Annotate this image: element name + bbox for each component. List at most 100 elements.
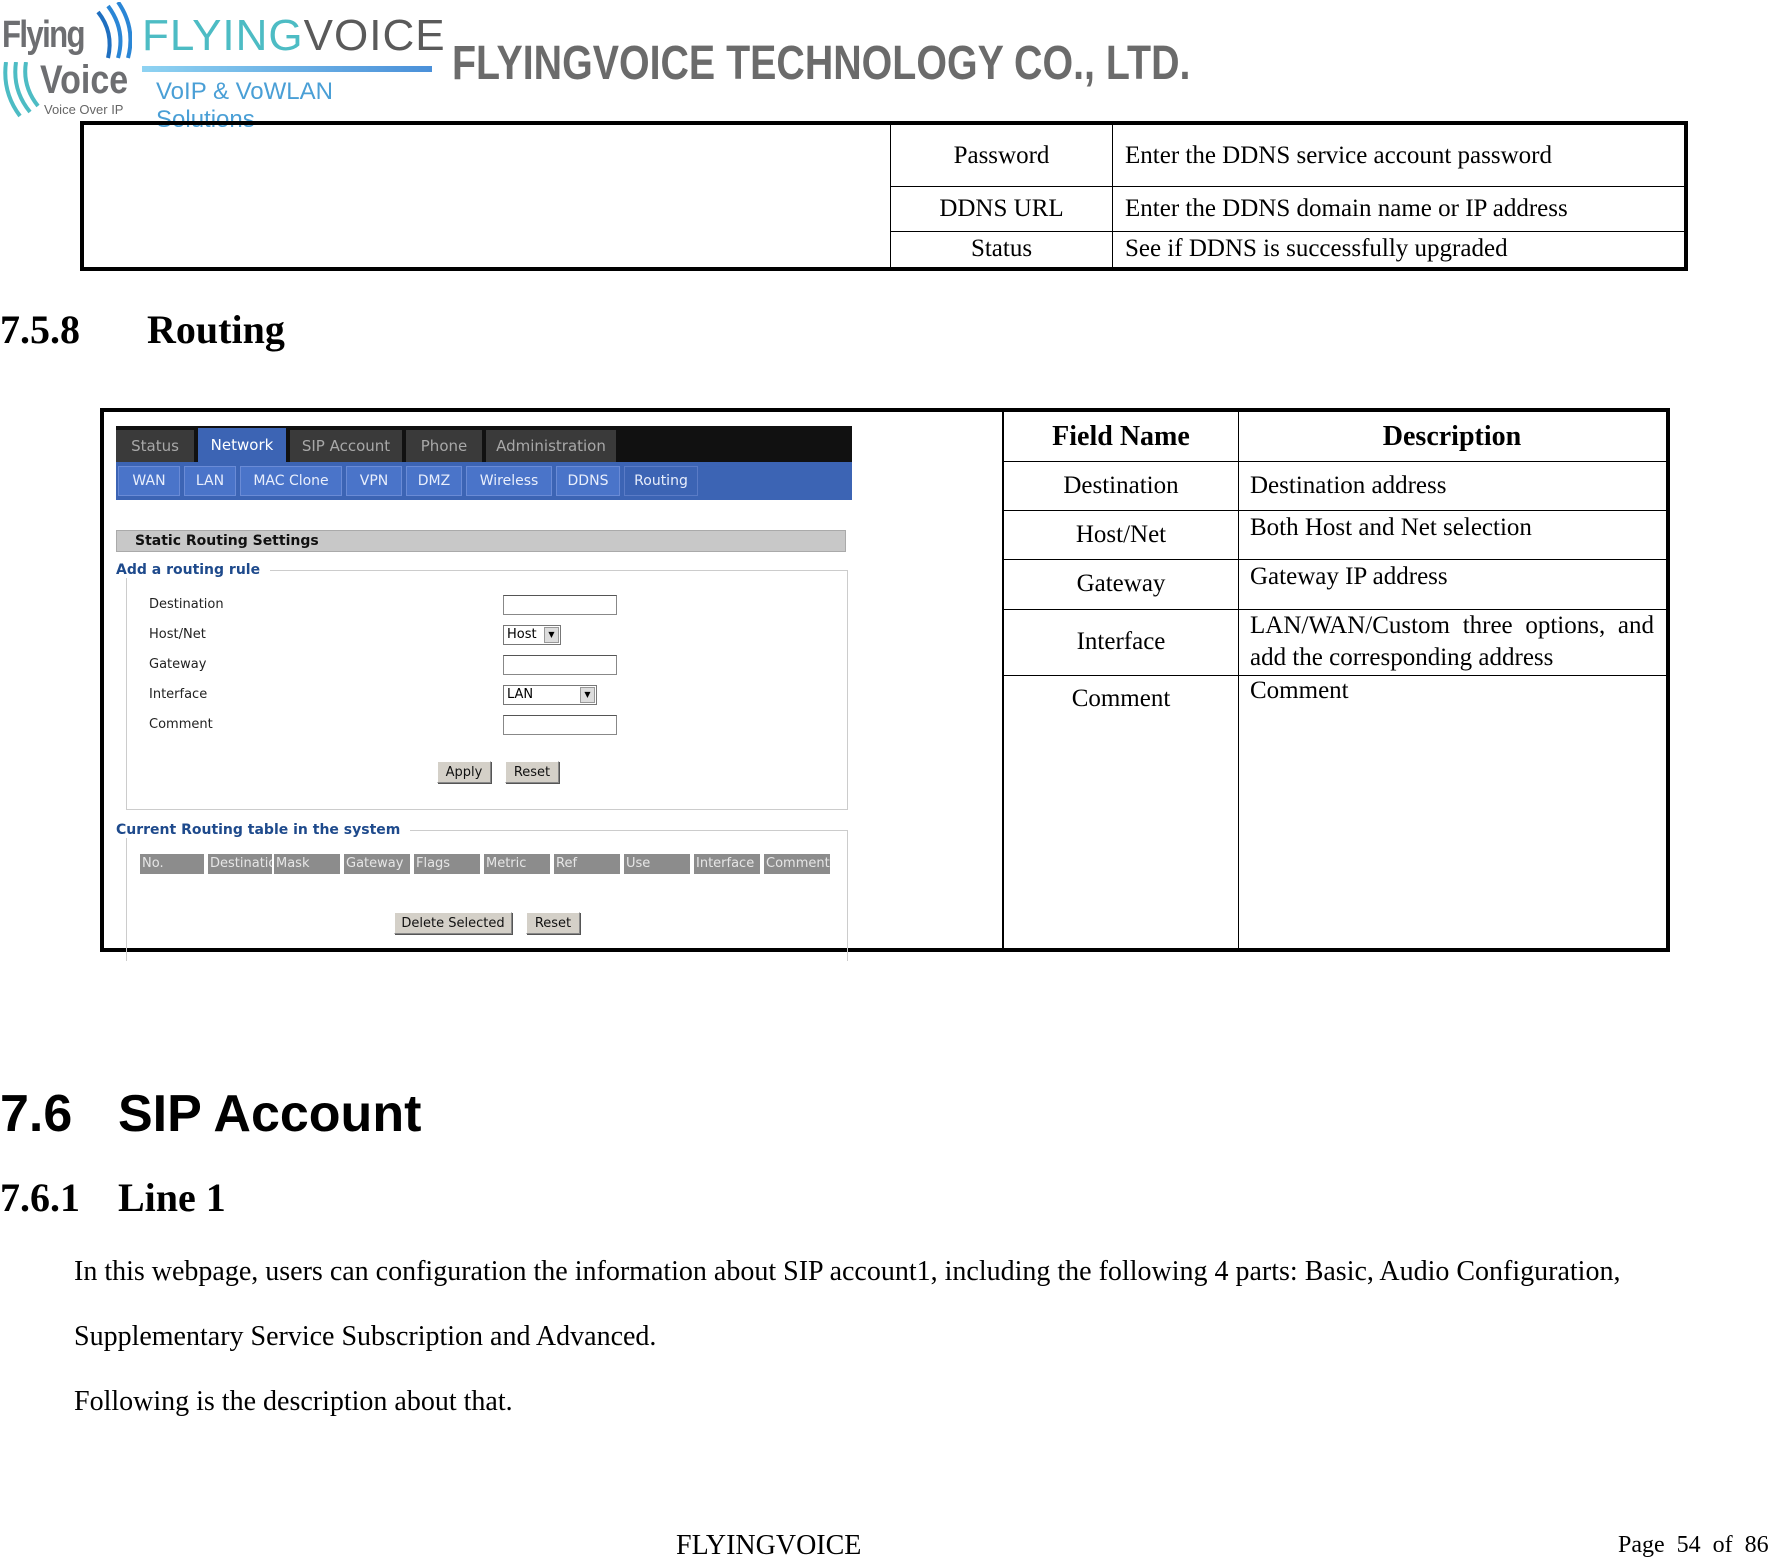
- apply-button[interactable]: Apply: [437, 761, 491, 783]
- description-cell: See if DDNS is successfully upgraded: [1125, 235, 1508, 262]
- col-use: Use: [624, 854, 690, 874]
- col-comment: Comment: [764, 854, 830, 874]
- section-number: 7.5.8: [0, 307, 80, 352]
- subtab-dmz[interactable]: DMZ: [406, 466, 462, 496]
- comment-input[interactable]: [503, 715, 617, 735]
- col-interface: Interface: [694, 854, 760, 874]
- host-net-select[interactable]: Host ▼: [503, 625, 561, 645]
- page-word: Page: [1618, 1532, 1665, 1558]
- routing-screenshot: Status Network SIP Account Phone Adminis…: [114, 426, 854, 961]
- field-cell: Status: [891, 231, 1113, 267]
- header-field-name: Field Name: [1052, 420, 1190, 452]
- interface-select[interactable]: LAN ▼: [503, 685, 597, 705]
- col-flags: Flags: [414, 854, 480, 874]
- flyingvoice-logo: Flying Voice Voice Over IP: [0, 0, 132, 120]
- description-cell: LAN/WAN/Custom three options, and add th…: [1250, 612, 1654, 671]
- section-number: 7.6.1: [0, 1175, 80, 1220]
- description-cell: Both Host and Net selection: [1250, 514, 1532, 541]
- subtab-ddns[interactable]: DDNS: [556, 466, 620, 496]
- field-description-table: Field Name Description Destination Desti…: [1002, 412, 1666, 948]
- brand-text-voice: VOICE: [303, 11, 446, 60]
- body-paragraph: In this webpage, users can configuration…: [74, 1256, 1621, 1287]
- gateway-label: Gateway: [149, 657, 207, 672]
- subtab-routing[interactable]: Routing: [624, 466, 698, 496]
- routing-figure-table: Status Network SIP Account Phone Adminis…: [100, 408, 1670, 961]
- table-row: Destination Destination address: [1004, 461, 1666, 511]
- tab-network[interactable]: Network: [198, 428, 286, 462]
- col-ref: Ref: [554, 854, 620, 874]
- table-row: Host/Net Both Host and Net selection: [1004, 510, 1666, 560]
- brand-bar: [142, 66, 432, 72]
- subtab-lan[interactable]: LAN: [184, 466, 236, 496]
- dropdown-arrow-icon: ▼: [544, 627, 559, 643]
- body-paragraph: Supplementary Service Subscription and A…: [74, 1321, 657, 1352]
- page-total: 86: [1744, 1532, 1768, 1558]
- tab-status[interactable]: Status: [116, 430, 194, 462]
- destination-label: Destination: [149, 597, 224, 612]
- company-name: FLYINGVOICE TECHNOLOGY CO., LTD.: [452, 37, 1191, 90]
- footer-brand: FLYINGVOICE: [676, 1530, 862, 1561]
- field-cell: Destination: [1063, 471, 1179, 499]
- logo-text-voice: Voice: [40, 58, 129, 102]
- tab-phone[interactable]: Phone: [406, 430, 482, 462]
- col-gateway: Gateway: [344, 854, 410, 874]
- field-cell: DDNS URL: [891, 186, 1113, 231]
- section-heading-line1: 7.6.1 Line 1: [0, 1174, 226, 1221]
- subtab-wireless[interactable]: Wireless: [466, 466, 552, 496]
- logo-tagline: Voice Over IP: [44, 102, 124, 117]
- section-number: 7.6: [0, 1085, 73, 1143]
- subtab-mac-clone[interactable]: MAC Clone: [240, 466, 342, 496]
- top-nav: Status Network SIP Account Phone Adminis…: [116, 426, 852, 462]
- col-mask: Mask: [274, 854, 340, 874]
- tab-administration[interactable]: Administration: [486, 430, 616, 462]
- section-title: Routing: [147, 307, 285, 352]
- add-rule-fieldset: Destination Host/Net Host ▼ Gateway Inte…: [126, 570, 848, 810]
- field-cell: Password: [891, 125, 1113, 186]
- add-rule-legend: Add a routing rule: [116, 562, 271, 578]
- sub-nav: WAN LAN MAC Clone VPN DMZ Wireless DDNS …: [116, 462, 852, 500]
- section-title: Line 1: [118, 1175, 226, 1220]
- field-cell: Comment: [1071, 685, 1171, 712]
- routing-table-fieldset: [126, 830, 848, 961]
- section-heading-routing: 7.5.8 Routing: [0, 306, 285, 353]
- tab-sip-account[interactable]: SIP Account: [290, 430, 402, 462]
- table-row: Gateway Gateway IP address: [1004, 559, 1666, 610]
- gateway-input[interactable]: [503, 655, 617, 675]
- table-row: DDNS URL Enter the DDNS domain name or I…: [891, 186, 1684, 232]
- col-metric: Metric: [484, 854, 550, 874]
- destination-input[interactable]: [503, 595, 617, 615]
- table-row: Comment Comment: [1004, 675, 1666, 948]
- table-row: Interface LAN/WAN/Custom three options, …: [1004, 609, 1666, 676]
- routing-table-legend: Current Routing table in the system: [116, 822, 411, 838]
- section-heading-sip-account: 7.6 SIP Account: [0, 1084, 421, 1144]
- description-cell: Comment: [1250, 677, 1349, 704]
- ddns-table: Password Enter the DDNS service account …: [80, 121, 1688, 271]
- brand-text-flying: FLYING: [142, 11, 304, 60]
- field-cell: Interface: [1076, 628, 1166, 655]
- header-description: Description: [1382, 420, 1522, 452]
- col-no: No.: [140, 854, 204, 874]
- comment-label: Comment: [149, 717, 213, 732]
- reset-table-button[interactable]: Reset: [526, 912, 580, 934]
- host-net-label: Host/Net: [149, 627, 206, 642]
- field-cell: Gateway: [1076, 570, 1166, 597]
- page-current: 54: [1676, 1532, 1701, 1558]
- signal-waves-icon: [3, 62, 40, 118]
- col-destination: Destination: [208, 854, 272, 874]
- subtab-vpn[interactable]: VPN: [346, 466, 402, 496]
- brand-logo: FLYINGVOICE VoIP & VoWLAN Solutions: [142, 11, 445, 133]
- logo-text-flying: Flying: [2, 14, 86, 56]
- signal-waves-icon: [96, 2, 132, 59]
- description-cell: Enter the DDNS domain name or IP address: [1125, 194, 1568, 222]
- description-cell: Gateway IP address: [1250, 563, 1448, 590]
- subtab-wan[interactable]: WAN: [118, 466, 180, 496]
- of-word: of: [1712, 1532, 1733, 1558]
- table-header-row: Field Name Description: [1004, 412, 1666, 462]
- delete-selected-button[interactable]: Delete Selected: [394, 912, 512, 934]
- page-number: Page 54 of 86: [1612, 1532, 1768, 1559]
- interface-label: Interface: [149, 687, 208, 702]
- static-routing-title: Static Routing Settings: [116, 530, 846, 552]
- table-row: Status See if DDNS is successfully upgra…: [891, 231, 1684, 267]
- reset-button[interactable]: Reset: [505, 761, 559, 783]
- section-title: SIP Account: [118, 1085, 422, 1143]
